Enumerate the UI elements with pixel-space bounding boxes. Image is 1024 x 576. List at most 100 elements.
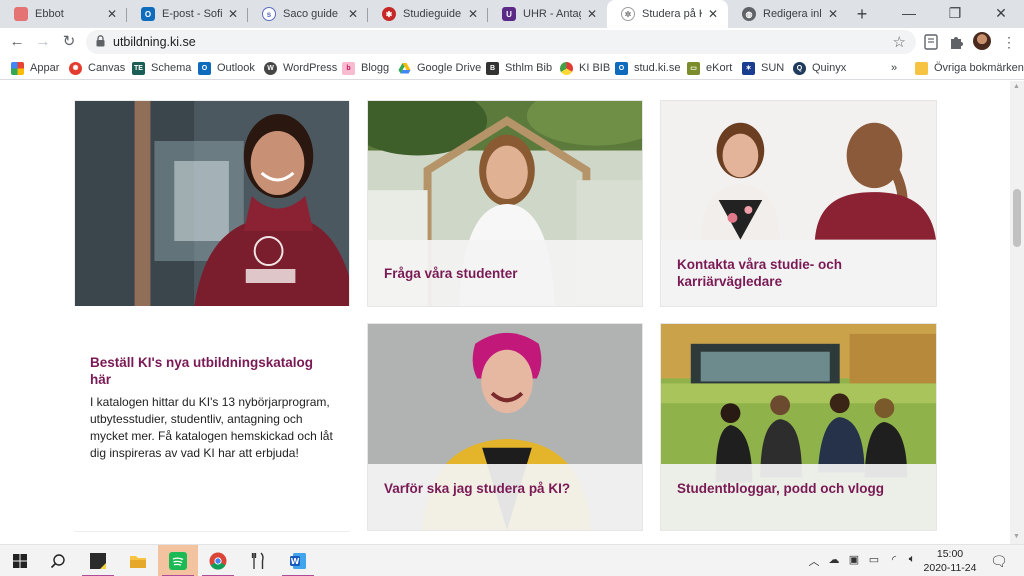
bookmark-label: Appar	[30, 62, 60, 74]
contact-caption: Kontakta våra studie- och karriärvägleda…	[661, 240, 936, 306]
bookmark-label: WordPress	[283, 62, 338, 74]
minimize-button[interactable]: —	[886, 0, 932, 28]
scroll-down-arrow-icon[interactable]: ▼	[1013, 533, 1020, 540]
catalog-title[interactable]: Beställ KI's nya utbildningskatalog här	[90, 354, 334, 388]
clock-time: 15:00	[936, 548, 964, 560]
bookmark-wordpress[interactable]: W WordPress	[264, 60, 337, 76]
bookmark-label: SUN	[761, 62, 785, 74]
restore-button[interactable]: ❐	[932, 0, 978, 28]
bookmark-quinyx[interactable]: Q Quinyx	[793, 60, 846, 76]
svg-text:W: W	[291, 557, 300, 566]
student-hoodie-photo	[75, 101, 349, 307]
tab-title: Studieguide rep	[403, 8, 462, 20]
page-scrollbar[interactable]: ▲ ▼	[1010, 81, 1024, 544]
new-tab-button[interactable]: +	[851, 3, 873, 25]
taskbar-spotify[interactable]	[158, 545, 198, 576]
why-study-caption: Varför ska jag studera på KI?	[368, 464, 642, 530]
tab-studera-ki[interactable]: ✲ Studera på Karo ✕	[607, 0, 728, 28]
tab-uhr[interactable]: U UHR - Antagning ✕	[488, 0, 607, 28]
scroll-up-arrow-icon[interactable]: ▲	[1013, 83, 1020, 90]
tab-title: E-post - Sofia A	[162, 8, 222, 20]
taskbar-sticky-notes[interactable]	[78, 545, 118, 576]
bookmark-label: Övriga bokmärken	[934, 62, 1024, 74]
page-content: Beställ KI's nya utbildningskatalog här …	[0, 81, 1010, 544]
wifi-icon[interactable]: ◜	[886, 553, 902, 569]
taskbar-chrome[interactable]	[198, 545, 238, 576]
bookmark-sthlm-bib[interactable]: B Sthlm Bib	[486, 60, 552, 76]
uhr-favicon: U	[502, 7, 516, 21]
show-hidden-icons-chevron[interactable]: ︿	[806, 553, 822, 569]
close-tab-icon[interactable]: ✕	[105, 7, 119, 21]
file-explorer-icon	[130, 556, 146, 568]
taskbar-clock[interactable]: 15:00 2020-11-24	[918, 547, 982, 575]
studieguide-favicon: ✱	[382, 7, 396, 21]
why-study-title[interactable]: Varför ska jag studera på KI?	[384, 480, 626, 497]
student-blogs-card[interactable]: Studentbloggar, podd och vlogg	[660, 323, 937, 531]
tab-redigera[interactable]: ◍ Redigera inlägg ✕	[728, 0, 848, 28]
close-tab-icon[interactable]: ✕	[706, 7, 720, 21]
onedrive-cloud-icon[interactable]: ☁	[826, 553, 842, 569]
reading-list-icon[interactable]	[922, 33, 940, 51]
lock-icon[interactable]	[96, 35, 105, 47]
why-study-card[interactable]: Varför ska jag studera på KI?	[367, 323, 643, 531]
close-tab-icon[interactable]: ✕	[226, 7, 240, 21]
reload-button[interactable]: ↻	[58, 31, 80, 53]
back-button[interactable]: ←	[6, 31, 28, 53]
close-tab-icon[interactable]: ✕	[585, 7, 599, 21]
apps-grid-icon	[11, 61, 24, 75]
ask-students-card[interactable]: Fråga våra studenter	[367, 100, 643, 307]
bookmark-label: Canvas	[88, 62, 126, 74]
ask-students-caption: Fråga våra studenter	[368, 240, 642, 306]
close-tab-icon[interactable]: ✕	[826, 7, 840, 21]
close-tab-icon[interactable]: ✕	[346, 7, 360, 21]
bookmark-label: Quinyx	[812, 62, 847, 74]
taskbar-file-explorer[interactable]	[118, 545, 158, 576]
start-button[interactable]	[0, 545, 40, 576]
bookmark-schema[interactable]: TE Schema	[132, 60, 191, 76]
extensions-puzzle-icon[interactable]	[947, 33, 965, 51]
action-center-icon[interactable]: 🗨︎	[990, 553, 1008, 569]
taskbar-word[interactable]: W	[278, 545, 318, 576]
bookmark-ki-bib[interactable]: KI BIB	[560, 60, 610, 76]
taskbar-utensils-app[interactable]	[238, 545, 278, 576]
bookmark-sun[interactable]: ✶ SUN	[742, 60, 784, 76]
scrollbar-thumb[interactable]	[1013, 189, 1021, 247]
battery-icon[interactable]: ▭	[866, 553, 882, 569]
close-window-button[interactable]: ✕	[978, 0, 1024, 28]
contact-counselors-card[interactable]: Kontakta våra studie- och karriärvägleda…	[660, 100, 937, 307]
forward-button[interactable]: →	[32, 31, 54, 53]
close-tab-icon[interactable]: ✕	[466, 7, 480, 21]
windows-logo-icon	[13, 554, 27, 568]
bookmark-outlook[interactable]: O Outlook	[198, 60, 255, 76]
ask-students-title[interactable]: Fråga våra studenter	[384, 265, 626, 282]
bookmarks-bar: Appar ✺ Canvas TE Schema O Outlook W Wor…	[0, 56, 1024, 80]
student-blogs-title[interactable]: Studentbloggar, podd och vlogg	[677, 480, 920, 497]
contact-title[interactable]: Kontakta våra studie- och karriärvägleda…	[677, 256, 920, 290]
bookmark-blogg[interactable]: b Blogg	[342, 60, 389, 76]
chrome-icon	[209, 552, 227, 570]
bookmark-ekort[interactable]: ▭ eKort	[687, 60, 732, 76]
tab-studieguide[interactable]: ✱ Studieguide rep ✕	[368, 0, 488, 28]
browser-toolbar: ← → ↻ utbildning.ki.se ☆ ⋮	[0, 28, 1024, 56]
sthlm-bib-icon: B	[486, 61, 499, 75]
tab-ebbot[interactable]: Ebbot ✕	[0, 0, 127, 28]
chrome-menu-icon[interactable]: ⋮	[998, 31, 1020, 53]
bookmark-stud-ki[interactable]: O stud.ki.se	[615, 60, 680, 76]
tab-title: Studera på Karo	[642, 8, 702, 20]
saco-favicon: s	[262, 7, 276, 21]
address-bar[interactable]: utbildning.ki.se ☆	[86, 30, 916, 54]
camera-notification-icon[interactable]: ▣	[846, 553, 862, 569]
bookmark-label: eKort	[706, 62, 733, 74]
bookmark-appar[interactable]: Appar	[11, 60, 59, 76]
spotify-icon	[169, 552, 187, 570]
bookmark-canvas[interactable]: ✺ Canvas	[69, 60, 125, 76]
tab-saco[interactable]: s Saco guide ✕	[248, 0, 368, 28]
bookmark-label: stud.ki.se	[634, 62, 681, 74]
tab-epost[interactable]: O E-post - Sofia A ✕	[127, 0, 248, 28]
search-button[interactable]	[38, 545, 78, 576]
bookmark-folder-ovriga[interactable]: Övriga bokmärken	[915, 60, 1024, 76]
profile-avatar[interactable]	[973, 32, 991, 50]
bookmark-star-icon[interactable]: ☆	[893, 33, 906, 51]
more-bookmarks-button[interactable]: »	[891, 60, 897, 76]
bookmark-google-drive[interactable]: Google Drive	[398, 60, 481, 76]
